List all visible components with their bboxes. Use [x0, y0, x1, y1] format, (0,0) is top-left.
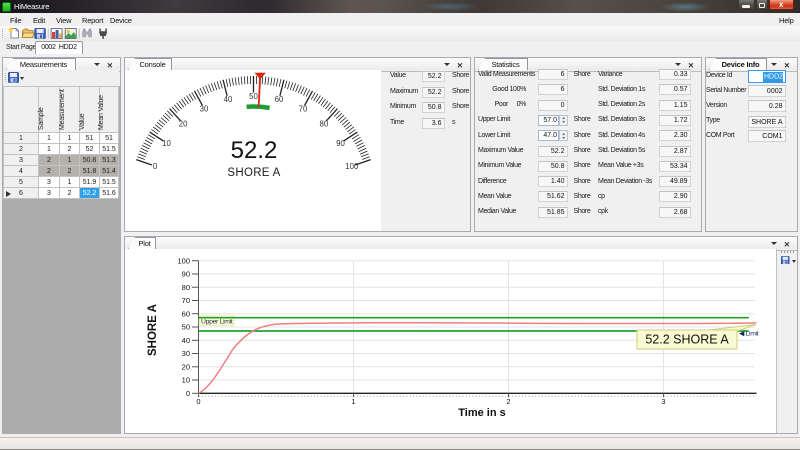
- svg-text:0: 0: [153, 162, 158, 171]
- svg-text:100: 100: [177, 256, 190, 265]
- svg-text:30: 30: [182, 349, 190, 358]
- svg-text:10: 10: [182, 376, 190, 385]
- svg-text:30: 30: [200, 105, 209, 114]
- svg-text:40: 40: [224, 95, 233, 104]
- svg-text:52.2: 52.2: [231, 137, 278, 164]
- svg-text:◀ Limit: ◀ Limit: [739, 331, 759, 338]
- svg-text:90: 90: [182, 270, 190, 279]
- svg-text:SHORE A: SHORE A: [227, 167, 280, 179]
- svg-text:0: 0: [186, 389, 190, 398]
- svg-text:70: 70: [299, 105, 308, 114]
- svg-text:2: 2: [506, 397, 510, 406]
- svg-text:90: 90: [336, 139, 345, 148]
- svg-text:Upper Limit: Upper Limit: [201, 318, 233, 325]
- svg-text:40: 40: [182, 336, 190, 345]
- svg-text:20: 20: [182, 363, 190, 372]
- svg-text:50: 50: [182, 323, 190, 332]
- svg-text:1: 1: [351, 397, 355, 406]
- svg-text:80: 80: [320, 119, 329, 128]
- svg-text:60: 60: [182, 309, 190, 318]
- svg-text:50: 50: [249, 92, 258, 101]
- svg-text:52.2 SHORE A: 52.2 SHORE A: [645, 333, 729, 347]
- svg-text:Time in s: Time in s: [458, 407, 505, 419]
- svg-text:60: 60: [275, 95, 284, 104]
- svg-text:20: 20: [179, 119, 188, 128]
- svg-text:0: 0: [196, 397, 200, 406]
- svg-text:3: 3: [661, 397, 665, 406]
- svg-text:SHORE A: SHORE A: [147, 304, 159, 356]
- svg-text:80: 80: [182, 283, 190, 292]
- svg-text:70: 70: [182, 296, 190, 305]
- svg-text:10: 10: [162, 139, 171, 148]
- svg-text:100: 100: [345, 162, 359, 171]
